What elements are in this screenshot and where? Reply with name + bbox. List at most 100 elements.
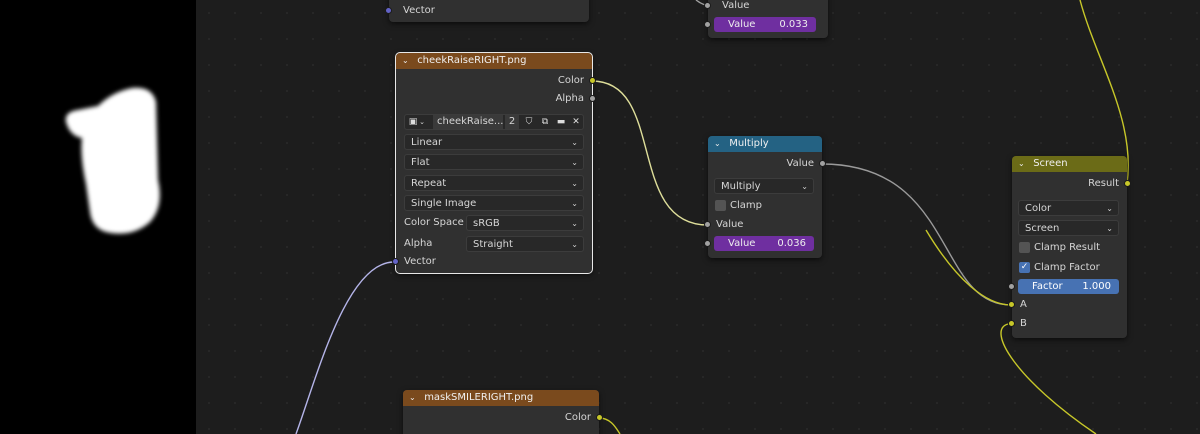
value-output-socket[interactable] (819, 160, 826, 167)
chevron-down-icon: ⌄ (571, 158, 578, 167)
clamp-checkbox[interactable] (715, 200, 726, 211)
mask-node-title: maskSMILERIGHT.png (424, 392, 534, 403)
chevron-down-icon: ⌄ (571, 240, 578, 249)
value-field[interactable]: Value 0.036 (714, 236, 814, 251)
collapse-chevron-icon[interactable]: ⌄ (1018, 156, 1030, 172)
link-mask-color (598, 417, 621, 434)
cheek-node-header[interactable]: ⌄ cheekRaiseRIGHT.png (396, 53, 592, 69)
vector-label: Vector (403, 5, 435, 16)
alpha-output-label: Alpha (555, 93, 584, 104)
interpolation-dropdown[interactable]: Linear ⌄ (404, 134, 584, 150)
clamp-result-row[interactable]: Clamp Result (1012, 239, 1127, 257)
color-space-value: sRGB (473, 218, 500, 229)
input-b-socket[interactable] (1008, 320, 1015, 327)
factor-socket[interactable] (1008, 283, 1015, 290)
extension-dropdown[interactable]: Repeat ⌄ (404, 175, 584, 191)
color-output-label: Color (557, 75, 584, 86)
color-output-row: Color (403, 409, 603, 427)
clamp-row[interactable]: Clamp (708, 197, 822, 215)
value-field-value: 0.033 (779, 19, 808, 30)
factor-field[interactable]: Factor 1.000 (1018, 279, 1119, 294)
close-icon[interactable]: ✕ (568, 115, 584, 129)
value-input-row: Value (704, 216, 822, 234)
clamp-factor-row[interactable]: ✓ Clamp Factor (1012, 259, 1127, 277)
top-node-fragment[interactable]: Vector (385, 0, 589, 22)
chevron-down-icon: ⌄ (571, 179, 578, 188)
operation-value: Multiply (721, 181, 761, 192)
value-input-row: Value (704, 0, 828, 15)
projection-dropdown[interactable]: Flat ⌄ (404, 154, 584, 170)
value-field-value: 0.036 (777, 238, 806, 249)
link-screen-b (1000, 323, 1097, 434)
value-field[interactable]: Value 0.033 (714, 17, 816, 32)
link-color-to-multiply (591, 80, 709, 226)
blend-mode-value: Screen (1025, 223, 1060, 234)
duplicate-icon[interactable]: ⧉ (537, 115, 553, 129)
image-texture-node-cheek[interactable]: ⌄ cheekRaiseRIGHT.png Color Alpha ▣ ⌄ ch… (392, 52, 596, 274)
chevron-down-icon: ⌄ (1106, 224, 1113, 233)
color-output-label: Color (564, 412, 591, 423)
blend-mode-dropdown[interactable]: Screen ⌄ (1018, 220, 1119, 236)
vector-input-row: Vector (385, 2, 589, 20)
mask-node-header[interactable]: ⌄ maskSMILERIGHT.png (403, 390, 599, 406)
clamp-factor-checkbox[interactable]: ✓ (1019, 262, 1030, 273)
value-field-socket[interactable] (704, 240, 711, 247)
value-field-socket[interactable] (704, 21, 711, 28)
user-count-badge[interactable]: 2 (505, 115, 519, 129)
factor-field-value: 1.000 (1082, 281, 1111, 292)
vector-input-label: Vector (404, 256, 436, 267)
clamp-factor-label: Clamp Factor (1034, 262, 1100, 273)
data-type-value: Color (1025, 203, 1052, 214)
value-output-row: Value (708, 155, 826, 173)
fake-user-shield-icon[interactable]: ⛉ (521, 115, 537, 129)
source-dropdown[interactable]: Single Image ⌄ (404, 195, 584, 211)
value-field-label: Value (728, 19, 756, 30)
collapse-chevron-icon[interactable]: ⌄ (402, 53, 414, 69)
chevron-down-icon[interactable]: ⌄ (417, 115, 427, 129)
interpolation-value: Linear (411, 137, 443, 148)
math-multiply-node[interactable]: ⌄ Multiply Value Multiply ⌄ Clamp Value … (704, 136, 826, 258)
input-a-label: A (1020, 299, 1027, 310)
value-input-socket[interactable] (704, 221, 711, 228)
alpha-output-socket[interactable] (589, 95, 596, 102)
color-space-dropdown[interactable]: sRGB ⌄ (466, 215, 584, 231)
link-vector-input (295, 261, 395, 434)
multiply-node-title: Multiply (729, 138, 769, 149)
screen-node-title: Screen (1033, 158, 1068, 169)
mix-screen-node[interactable]: ⌄ Screen Result Color ⌄ Screen ⌄ Clamp R… (1008, 156, 1131, 338)
input-b-label: B (1020, 318, 1027, 329)
folder-icon[interactable]: ▬ (553, 115, 569, 129)
top-math-node-fragment[interactable]: Value Value 0.033 (704, 0, 828, 38)
collapse-chevron-icon[interactable]: ⌄ (714, 136, 726, 152)
data-type-dropdown[interactable]: Color ⌄ (1018, 200, 1119, 216)
value-socket[interactable] (704, 2, 711, 9)
multiply-node-header[interactable]: ⌄ Multiply (708, 136, 822, 152)
chevron-down-icon: ⌄ (571, 199, 578, 208)
chevron-down-icon: ⌄ (801, 182, 808, 191)
vector-input-socket[interactable] (392, 258, 399, 265)
color-output-socket[interactable] (589, 77, 596, 84)
operation-dropdown[interactable]: Multiply ⌄ (714, 178, 814, 194)
screen-node-header[interactable]: ⌄ Screen (1012, 156, 1127, 172)
result-output-label: Result (1088, 178, 1119, 189)
clamp-result-checkbox[interactable] (1019, 242, 1030, 253)
image-selector[interactable]: ▣ ⌄ cheekRaise... 2 ⛉ ⧉ ▬ ✕ (404, 114, 584, 130)
image-name-field[interactable]: cheekRaise... (433, 115, 503, 129)
alpha-mode-dropdown[interactable]: Straight ⌄ (466, 236, 584, 252)
collapse-chevron-icon[interactable]: ⌄ (409, 390, 421, 406)
node-editor-canvas[interactable]: Vector Value Value 0.033 ⌄ cheekRaiseRIG… (196, 0, 1200, 434)
alpha-mode-value: Straight (473, 239, 513, 250)
clamp-result-label: Clamp Result (1034, 242, 1101, 253)
factor-field-label: Factor (1032, 281, 1063, 292)
color-output-socket[interactable] (596, 414, 603, 421)
mask-preview-shape (65, 87, 160, 234)
chevron-down-icon: ⌄ (1106, 204, 1113, 213)
input-b-row: B (1008, 315, 1127, 333)
color-output-row: Color (396, 72, 596, 90)
input-a-socket[interactable] (1008, 301, 1015, 308)
result-output-socket[interactable] (1124, 180, 1131, 187)
vector-socket[interactable] (385, 7, 392, 14)
alpha-mode-label: Alpha (404, 238, 433, 249)
input-a-row: A (1008, 296, 1127, 314)
image-texture-node-mask[interactable]: ⌄ maskSMILERIGHT.png Color (403, 390, 603, 434)
